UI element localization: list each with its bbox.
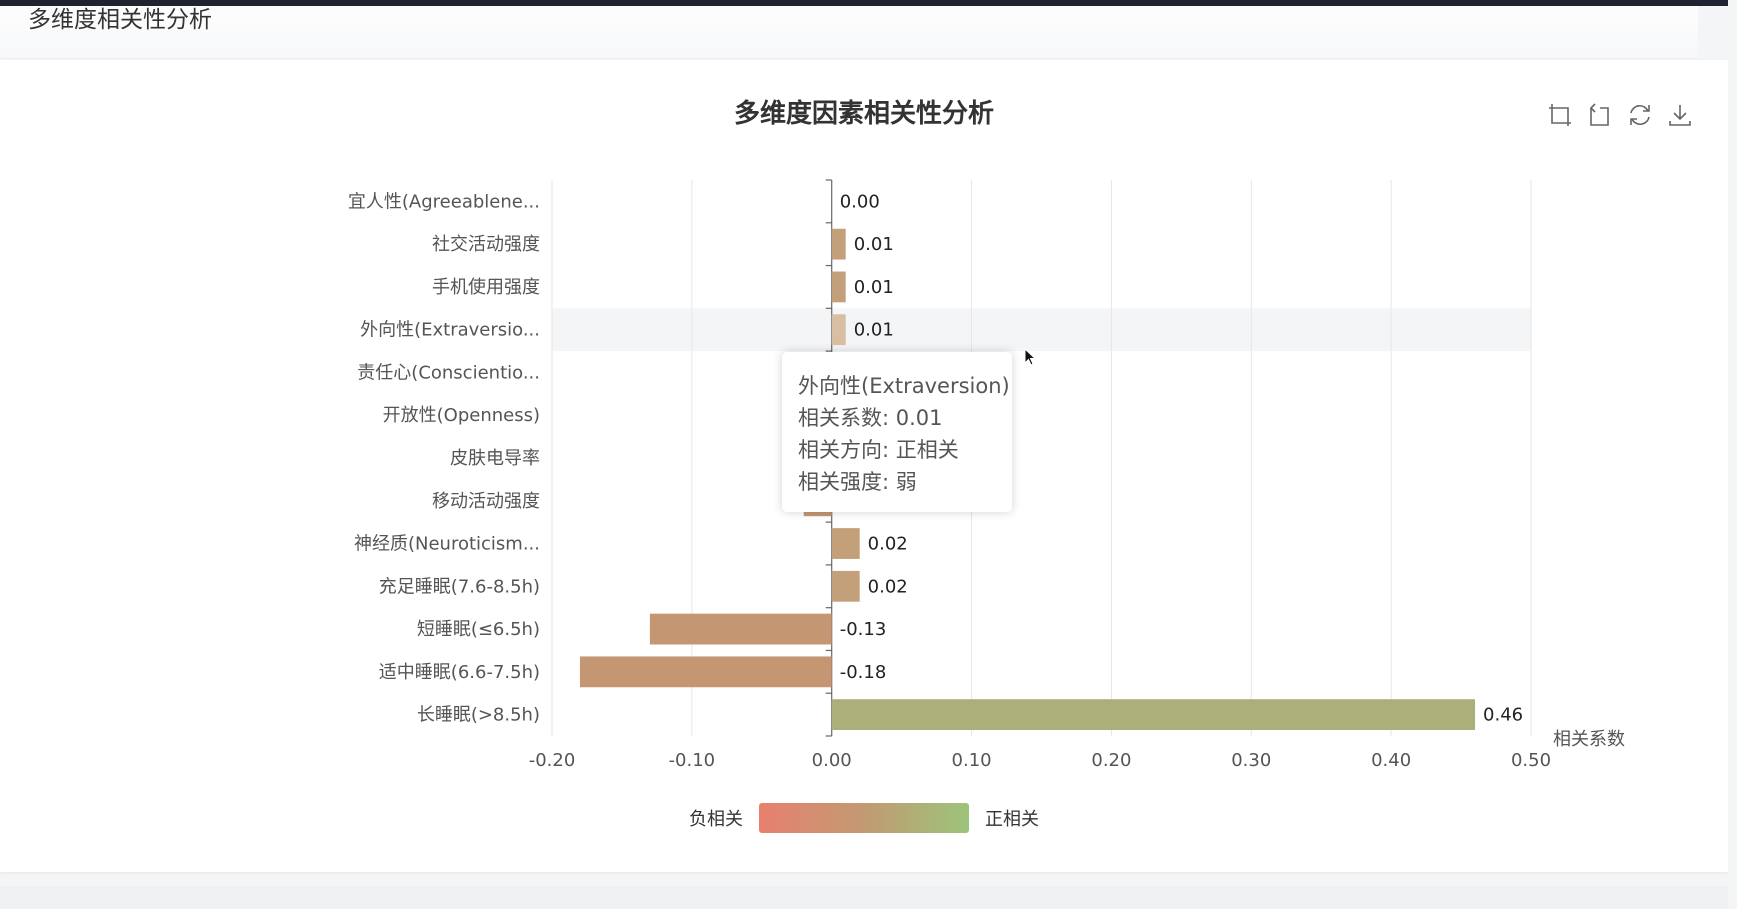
x-tick-label: -0.20	[529, 750, 576, 771]
y-category-label: 短睡眠(≤6.5h)	[417, 619, 540, 640]
x-tick-label: 0.00	[812, 750, 852, 771]
bar	[579, 656, 832, 688]
x-axis-name: 相关系数	[1553, 729, 1625, 750]
bar	[831, 228, 846, 260]
y-category-label: 移动活动强度	[432, 491, 540, 512]
y-category-label: 社交活动强度	[432, 234, 540, 255]
bar	[831, 271, 846, 303]
x-tick-label: 0.40	[1371, 750, 1411, 771]
bar	[831, 314, 846, 346]
y-category-label: 神经质(Neuroticism...	[354, 534, 540, 555]
right-gutter	[1728, 0, 1737, 909]
legend-low-label: 负相关	[689, 809, 743, 830]
x-tick-label: 0.10	[952, 750, 992, 771]
bottom-strip	[0, 886, 1737, 909]
mouse-cursor-icon	[1024, 348, 1037, 366]
chart-tooltip: 外向性(Extraversion) 相关系数: 0.01 相关方向: 正相关 相…	[782, 352, 1012, 512]
legend-high-label: 正相关	[985, 809, 1039, 830]
bar-value-label: 0.01	[854, 234, 894, 255]
bar-value-label: 0.46	[1483, 705, 1523, 726]
y-category-label: 长睡眠(>8.5h)	[417, 705, 540, 726]
x-tick-label: 0.30	[1231, 750, 1271, 771]
tooltip-coefficient: 相关系数: 0.01	[798, 406, 943, 430]
y-category-label: 手机使用强度	[432, 277, 540, 298]
y-category-label: 开放性(Openness)	[383, 405, 540, 426]
bar-value-label: -0.13	[840, 619, 887, 640]
tooltip-title: 外向性(Extraversion)	[798, 374, 1010, 398]
bar-value-label: 0.02	[868, 576, 908, 597]
y-category-label: 适中睡眠(6.6-7.5h)	[379, 662, 540, 683]
y-category-label: 皮肤电导率	[450, 448, 540, 469]
visual-map-legend[interactable]: 负相关 正相关	[0, 803, 1728, 833]
bar	[649, 613, 832, 645]
highlight-band	[552, 308, 1531, 352]
bar	[831, 570, 860, 602]
y-category-label: 外向性(Extraversio...	[360, 320, 540, 341]
y-category-label: 宜人性(Agreeablene...	[348, 191, 540, 212]
bar-value-label: 0.02	[868, 534, 908, 555]
bar	[831, 699, 1476, 731]
bar	[831, 528, 860, 559]
tooltip-direction: 相关方向: 正相关	[798, 438, 959, 462]
y-category-label: 充足睡眠(7.6-8.5h)	[379, 576, 540, 597]
bar-value-label: 0.01	[854, 320, 894, 341]
bar-value-label: 0.00	[840, 191, 880, 212]
x-tick-label: -0.10	[669, 750, 716, 771]
bar-value-label: -0.18	[840, 662, 887, 683]
bar-value-label: 0.01	[854, 277, 894, 298]
y-category-label: 责任心(Conscientio...	[357, 362, 540, 383]
x-tick-label: 0.20	[1091, 750, 1131, 771]
legend-gradient-bar[interactable]	[759, 803, 969, 833]
x-tick-label: 0.50	[1511, 750, 1551, 771]
tooltip-strength: 相关强度: 弱	[798, 470, 917, 494]
